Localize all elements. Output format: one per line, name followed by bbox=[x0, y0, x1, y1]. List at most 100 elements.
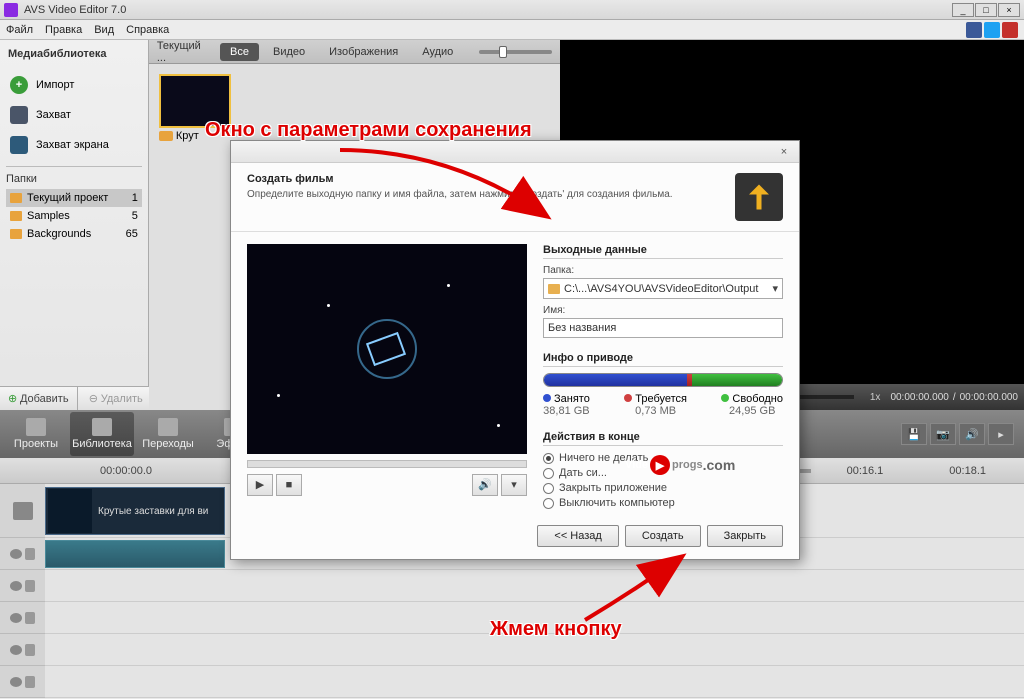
twitter-icon[interactable] bbox=[984, 22, 1000, 38]
volume-button[interactable]: 🔊 bbox=[959, 423, 985, 445]
folder-dropdown[interactable]: C:\...\AVS4YOU\AVSVideoEditor\Output ▾ bbox=[543, 278, 783, 299]
eye-icon bbox=[10, 645, 22, 655]
folder-samples[interactable]: Samples 5 bbox=[6, 207, 142, 225]
thumb-zoom-slider[interactable] bbox=[479, 50, 552, 54]
folder-label: Папка: bbox=[543, 265, 783, 276]
mode-transitions[interactable]: Переходы bbox=[136, 412, 200, 456]
dialog-preview-slider[interactable] bbox=[247, 460, 527, 468]
content-tabs: Текущий ... Все Видео Изображения Аудио bbox=[149, 40, 560, 64]
create-button[interactable]: Создать bbox=[625, 525, 701, 547]
tab-video[interactable]: Видео bbox=[263, 43, 315, 61]
eye-icon bbox=[10, 549, 22, 559]
import-button[interactable]: + Импорт bbox=[6, 70, 142, 100]
clip-label: Крутые заставки для ви bbox=[98, 506, 208, 517]
tl-time-2: 00:18.1 bbox=[949, 465, 986, 477]
screen-capture-button[interactable]: Захват экрана bbox=[6, 130, 142, 160]
folder-icon bbox=[10, 211, 22, 221]
menu-file[interactable]: Файл bbox=[6, 24, 33, 36]
youtube-icon[interactable] bbox=[1002, 22, 1018, 38]
close-dialog-button[interactable]: Закрыть bbox=[707, 525, 783, 547]
tab-audio[interactable]: Аудио bbox=[412, 43, 463, 61]
track-headers bbox=[0, 484, 45, 698]
radio-close-app[interactable]: Закрыть приложение bbox=[543, 482, 783, 494]
eye-icon bbox=[10, 581, 22, 591]
sidebar: Медиабиблиотека + Импорт Захват Захват э… bbox=[0, 40, 149, 410]
audio-clip[interactable] bbox=[45, 540, 225, 568]
drive-legend: Занято38,81 GB Требуется0,73 MB Свободно… bbox=[543, 393, 783, 417]
transitions-icon bbox=[158, 418, 178, 436]
dialog-titlebar: × bbox=[231, 141, 799, 163]
remove-folder-button[interactable]: ⊖ Удалить bbox=[78, 387, 156, 410]
thumbnails: Крут bbox=[149, 64, 560, 152]
timeline-time-start: 00:00:00.0 bbox=[100, 465, 152, 477]
tab-all[interactable]: Все bbox=[220, 43, 259, 61]
mode-library[interactable]: Библиотека bbox=[70, 412, 134, 456]
maximize-button[interactable]: □ bbox=[975, 3, 997, 17]
save-dialog: × Создать фильм Определите выходную папк… bbox=[230, 140, 800, 560]
snapshot-button[interactable]: 📷 bbox=[930, 423, 956, 445]
watermark: Vide ▶ progs .com bbox=[625, 455, 735, 475]
divider bbox=[6, 166, 142, 167]
save-project-button[interactable]: 💾 bbox=[901, 423, 927, 445]
audio-track-header[interactable] bbox=[0, 538, 45, 570]
capture-button[interactable]: Захват bbox=[6, 100, 142, 130]
app-logo-icon bbox=[4, 3, 18, 17]
effects-track-header[interactable] bbox=[0, 602, 45, 634]
library-icon bbox=[92, 418, 112, 436]
facebook-icon[interactable] bbox=[966, 22, 982, 38]
text-track-header[interactable] bbox=[0, 634, 45, 666]
folders-header: Папки bbox=[6, 173, 142, 185]
audio2-track[interactable] bbox=[45, 666, 1024, 698]
text-track[interactable] bbox=[45, 634, 1024, 666]
dialog-volume-button[interactable]: 🔊 bbox=[472, 474, 498, 496]
titlebar: AVS Video Editor 7.0 _ □ × bbox=[0, 0, 1024, 20]
monitor-icon bbox=[10, 136, 28, 154]
lock-icon bbox=[25, 580, 35, 592]
tab-images[interactable]: Изображения bbox=[319, 43, 408, 61]
dialog-footer: << Назад Создать Закрыть bbox=[537, 525, 783, 547]
effects-track[interactable] bbox=[45, 602, 1024, 634]
plus-icon: + bbox=[10, 76, 28, 94]
video-icon bbox=[159, 131, 173, 141]
lock-icon bbox=[25, 644, 35, 656]
back-button[interactable]: << Назад bbox=[537, 525, 618, 547]
folder-icon bbox=[10, 193, 22, 203]
dialog-play-button[interactable]: ▶ bbox=[247, 474, 273, 496]
media-thumbnail[interactable]: Крут bbox=[159, 74, 231, 142]
dialog-volume-dropdown[interactable]: ▾ bbox=[501, 474, 527, 496]
drive-header: Инфо о приводе bbox=[543, 352, 783, 367]
export-icon bbox=[735, 173, 783, 221]
eye-icon bbox=[10, 613, 22, 623]
menu-edit[interactable]: Правка bbox=[45, 24, 82, 36]
clapper-icon bbox=[26, 418, 46, 436]
chevron-down-icon: ▾ bbox=[772, 282, 778, 295]
menu-help[interactable]: Справка bbox=[126, 24, 169, 36]
dialog-preview: ▶ ■ 🔊 ▾ bbox=[247, 244, 527, 523]
expand-button[interactable]: ▸ bbox=[988, 423, 1014, 445]
name-input[interactable]: Без названия bbox=[543, 318, 783, 338]
folder-current-project[interactable]: Текущий проект 1 bbox=[6, 189, 142, 207]
eye-icon bbox=[10, 677, 22, 687]
menu-view[interactable]: Вид bbox=[94, 24, 114, 36]
lock-icon bbox=[25, 612, 35, 624]
menubar: Файл Правка Вид Справка bbox=[0, 20, 1024, 40]
lock-icon bbox=[25, 548, 35, 560]
name-label: Имя: bbox=[543, 305, 783, 316]
play-icon: ▶ bbox=[650, 455, 670, 475]
folder-backgrounds[interactable]: Backgrounds 65 bbox=[6, 225, 142, 243]
actions-header: Действия в конце bbox=[543, 431, 783, 446]
mode-projects[interactable]: Проекты bbox=[4, 412, 68, 456]
dialog-close-button[interactable]: × bbox=[775, 144, 793, 160]
close-button[interactable]: × bbox=[998, 3, 1020, 17]
dialog-stop-button[interactable]: ■ bbox=[276, 474, 302, 496]
film-icon bbox=[13, 502, 33, 520]
minimize-button[interactable]: _ bbox=[952, 3, 974, 17]
radio-shutdown[interactable]: Выключить компьютер bbox=[543, 497, 783, 509]
tl-time-1: 00:16.1 bbox=[847, 465, 884, 477]
overlay-track[interactable] bbox=[45, 570, 1024, 602]
add-folder-button[interactable]: ⊕ Добавить bbox=[0, 387, 78, 410]
video-track-header[interactable] bbox=[0, 484, 45, 538]
video-clip[interactable]: Крутые заставки для ви bbox=[45, 487, 225, 535]
overlay-track-header[interactable] bbox=[0, 570, 45, 602]
audio2-track-header[interactable] bbox=[0, 666, 45, 698]
